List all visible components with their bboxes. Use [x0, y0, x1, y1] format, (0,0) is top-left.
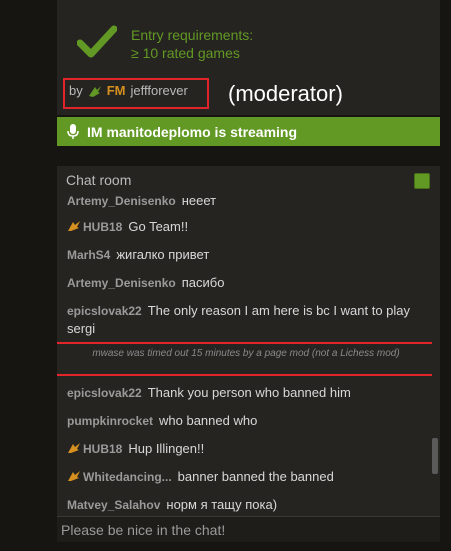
chat-input[interactable] [57, 516, 440, 542]
patron-wings-icon [68, 221, 80, 231]
streaming-banner[interactable]: IM manitodeplomo is streaming [57, 117, 440, 146]
patron-wings-icon [68, 443, 80, 453]
entry-requirements-title: Entry requirements: [131, 27, 254, 43]
chat-message: pumpkinrocket who banned who [67, 412, 432, 430]
chat-username[interactable]: HUB18 [83, 442, 122, 456]
chat-message: HUB18 Go Team!! [67, 218, 432, 236]
chat-username[interactable]: HUB18 [83, 220, 122, 234]
chat-text: Thank you person who banned him [147, 385, 351, 400]
chat-text: Go Team!! [128, 219, 189, 234]
checkmark-icon [77, 25, 117, 58]
moderator-username[interactable]: jeffforever [131, 83, 188, 98]
chat-room: Chat room Artemy_Denisenko нееет HUB18 Go … [57, 166, 440, 542]
patron-wings-icon [88, 85, 101, 97]
timeout-notice: mwase was timed out 15 minutes by a page… [57, 342, 432, 376]
created-by: by FM jeffforever [69, 83, 188, 98]
chat-message: Whitedancing... banner banned the banned [67, 468, 432, 486]
entry-requirements: Entry requirements: ≥ 10 rated games [131, 26, 253, 62]
chat-message: HUB18 Hup Illingen!! [67, 440, 432, 458]
chat-username[interactable]: Artemy_Denisenko [67, 276, 176, 290]
chat-message: Artemy_Denisenko пасибо [67, 274, 432, 292]
moderator-annotation: (moderator) [228, 81, 343, 106]
chat-message: epicslovak22 Thank you person who banned … [67, 384, 432, 402]
chat-username[interactable]: MarhS4 [67, 248, 110, 262]
chat-scrollbar-thumb[interactable] [432, 438, 438, 474]
chat-message: MarhS4 жигалко привет [67, 246, 432, 264]
patron-wings-icon [68, 471, 80, 481]
chat-username[interactable]: epicslovak22 [67, 386, 142, 400]
chat-scrollbar[interactable] [432, 190, 440, 516]
chat-text: who banned who [159, 413, 258, 428]
by-label: by [69, 83, 83, 98]
chat-username[interactable]: Matvey_Salahov [67, 498, 160, 512]
chat-text: banner banned the banned [177, 469, 334, 484]
microphone-icon [67, 123, 79, 139]
chat-text: жигалко привет [116, 247, 210, 262]
chat-message: Matvey_Salahov норм я тащу пока) [67, 496, 432, 514]
streaming-label: IM manitodeplomo is streaming [87, 123, 298, 140]
entry-requirements-card: Entry requirements: ≥ 10 rated games [57, 0, 440, 75]
chat-text: норм я тащу пока) [166, 497, 278, 512]
chat-text: пасибо [181, 275, 225, 290]
chat-username[interactable]: Whitedancing... [83, 470, 172, 484]
moderator-title: FM [106, 83, 126, 98]
chat-toggle-checkbox[interactable] [414, 173, 430, 189]
chat-username[interactable]: pumpkinrocket [67, 414, 153, 428]
chat-text: нееет [181, 193, 217, 208]
chat-text: Hup Illingen!! [128, 441, 205, 456]
chat-username[interactable]: epicslovak22 [67, 304, 142, 318]
chat-username[interactable]: Artemy_Denisenko [67, 194, 176, 208]
chat-title: Chat room [66, 172, 132, 188]
chat-message: epicslovak22 The only reason I am here is… [67, 302, 432, 337]
chat-message: Artemy_Denisenko нееет [67, 192, 432, 210]
entry-requirements-rule: ≥ 10 rated games [131, 45, 240, 61]
chat-messages[interactable]: Artemy_Denisenko нееет HUB18 Go Team!! Mar… [57, 190, 432, 516]
